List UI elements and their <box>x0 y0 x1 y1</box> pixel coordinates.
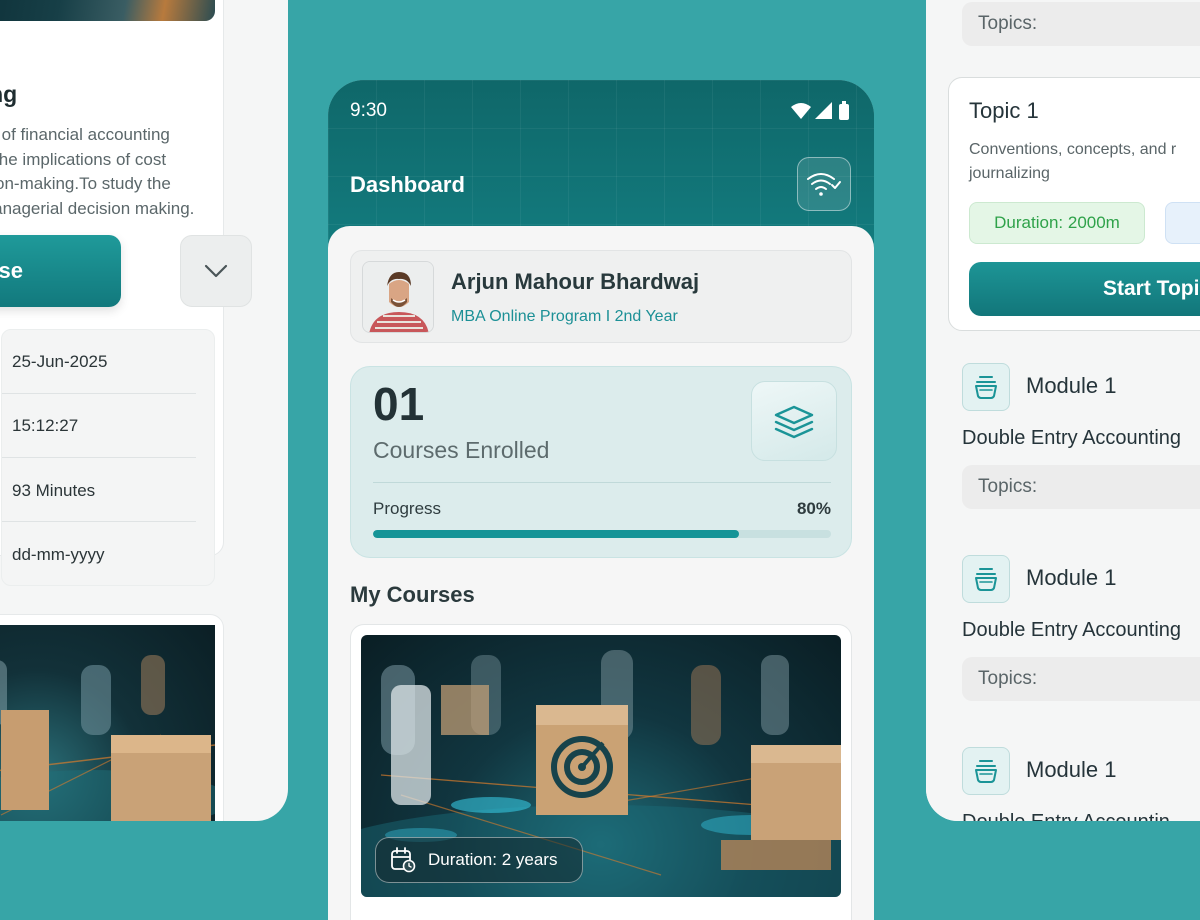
dashboard-body: Arjun Mahour Bhardwaj MBA Online Program… <box>328 226 874 920</box>
duration-badge: Duration: 2000m <box>969 202 1145 244</box>
wifi-signal-icon <box>791 103 811 119</box>
course-info-box: 25-Jun-2025 15:12:27 93 Minutes dd-mm-yy… <box>1 329 215 586</box>
module-icon-tile <box>962 555 1010 603</box>
course-image <box>0 625 223 821</box>
progress-bar <box>373 530 831 538</box>
module-title: Module 1 <box>1026 373 1117 398</box>
module-card[interactable]: Module 1 Double Entry Accountin <box>926 729 1200 821</box>
topics-dropdown[interactable]: Topics: <box>962 465 1200 509</box>
description-line: ecision-making.To study the <box>0 174 171 193</box>
avatar <box>362 261 434 333</box>
chevron-down-icon <box>204 264 228 278</box>
divider <box>2 457 196 458</box>
info-time: 15:12:27 <box>12 416 79 435</box>
description-line: ntals of financial accounting <box>0 125 170 144</box>
topics-dropdown[interactable]: Topics: <box>962 2 1200 46</box>
right-panel: Topics: Topic 1 Conventions, concepts, a… <box>926 0 1200 821</box>
info-badge <box>1165 202 1200 244</box>
topic-description: Conventions, concepts, and r journalizin… <box>969 138 1200 186</box>
info-date-format: dd-mm-yyyy <box>12 545 105 564</box>
module-subtitle: Double Entry Accounting <box>962 427 1182 449</box>
basket-icon <box>975 760 997 783</box>
module-icon-tile <box>962 363 1010 411</box>
profile-card[interactable]: Arjun Mahour Bhardwaj MBA Online Program… <box>350 250 852 343</box>
course-detail-card: nting ntals of financial accounting lore… <box>0 0 252 586</box>
course-illustration <box>0 655 223 821</box>
book-stack-icon <box>774 405 814 439</box>
module-card[interactable]: Module 1 Double Entry Accounting Topics: <box>926 345 1200 525</box>
module-subtitle: Double Entry Accounting <box>962 619 1182 641</box>
page-title: Dashboard <box>350 172 465 197</box>
module-subtitle: Double Entry Accountin <box>962 811 1170 821</box>
info-duration: 93 Minutes <box>12 481 96 500</box>
courses-icon-tile <box>751 381 837 461</box>
start-course-button[interactable]: ourse <box>0 235 121 307</box>
divider <box>2 521 196 522</box>
module-title: Module 1 <box>1026 565 1117 590</box>
enrolled-label: Courses Enrolled <box>373 437 550 463</box>
progress-value: 80% <box>796 499 831 518</box>
enrollment-stats-card: 01 Courses Enrolled Progress 80% <box>350 366 852 558</box>
module-icon-tile <box>962 747 1010 795</box>
phone-screen: 9:30 Dashboard Arjun Mahour Bhardwaj MBA… <box>328 80 874 920</box>
progress-label: Progress <box>373 499 442 518</box>
battery-icon <box>839 104 849 120</box>
duration-text: Duration: 2 years <box>428 850 558 869</box>
divider <box>373 482 831 483</box>
divider <box>2 393 196 394</box>
basket-icon <box>975 376 997 399</box>
cellular-signal-icon <box>815 102 832 119</box>
enrolled-count: 01 <box>373 378 425 430</box>
start-topic-button[interactable]: Start Topic <box>969 262 1200 316</box>
topic-title: Topic 1 <box>969 98 1039 123</box>
calendar-clock-icon <box>391 847 416 873</box>
description-line: journalizing <box>969 165 1050 182</box>
left-panel: nting ntals of financial accounting lore… <box>0 0 288 821</box>
progress-bar-fill <box>373 530 740 538</box>
course-hero-image <box>0 0 215 21</box>
info-date: 25-Jun-2025 <box>12 352 108 371</box>
user-photo <box>363 262 433 332</box>
section-title: My Courses <box>350 582 475 607</box>
topic-card: Topic 1 Conventions, concepts, and r jou… <box>948 77 1200 331</box>
status-time: 9:30 <box>350 100 387 121</box>
wifi-check-icon <box>807 173 841 196</box>
status-bar-icons <box>791 101 849 120</box>
module-title: Module 1 <box>1026 757 1117 782</box>
duration-badge: Duration: 2 years <box>375 837 583 883</box>
course-description: ntals of financial accounting lore the i… <box>0 123 211 221</box>
profile-program: MBA Online Program I 2nd Year <box>451 308 678 325</box>
course-card[interactable]: Duration: 2 years <box>350 624 852 920</box>
description-line: in managerial decision making. <box>0 198 195 218</box>
description-line: Conventions, concepts, and r <box>969 141 1177 158</box>
connectivity-button[interactable] <box>797 157 851 211</box>
course-title: nting <box>0 81 18 107</box>
profile-name: Arjun Mahour Bhardwaj <box>451 269 700 294</box>
description-line: lore the implications of cost <box>0 149 167 169</box>
expand-dropdown-button[interactable] <box>180 235 252 307</box>
topics-dropdown[interactable]: Topics: <box>962 657 1200 701</box>
course-card-2[interactable] <box>0 614 224 821</box>
basket-icon <box>975 568 997 591</box>
module-card[interactable]: Module 1 Double Entry Accounting Topics: <box>926 537 1200 717</box>
